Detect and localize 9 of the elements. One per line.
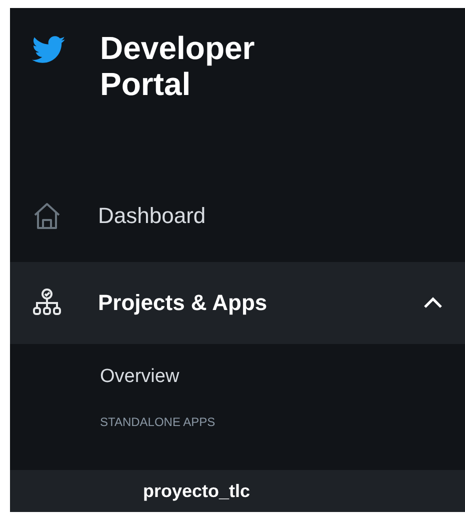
portal-title: Developer Portal — [100, 30, 256, 102]
app-item[interactable]: proyecto_tlc — [10, 470, 465, 512]
sitemap-icon — [32, 288, 62, 318]
home-icon — [32, 201, 62, 232]
section-heading: STANDALONE APPS — [99, 414, 216, 432]
nav-item[interactable]: Projects & Apps — [10, 262, 465, 344]
nav-item[interactable]: Dashboard — [10, 185, 465, 248]
nav-subitem[interactable]: Overview — [10, 344, 465, 400]
bird-icon — [32, 36, 66, 64]
